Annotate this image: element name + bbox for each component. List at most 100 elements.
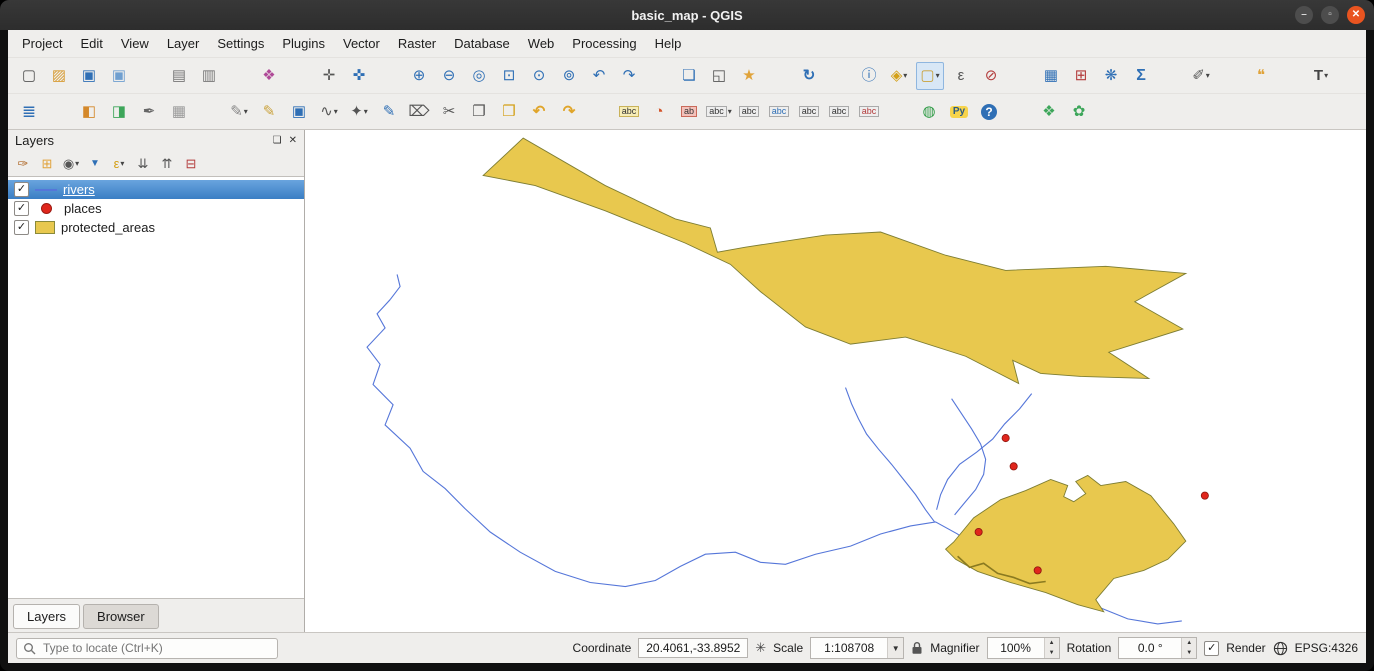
layer-visibility-checkbox[interactable]: ✓ <box>14 220 29 235</box>
filter-legend-icon[interactable]: ▼ <box>84 154 106 174</box>
menu-processing[interactable]: Processing <box>563 32 645 55</box>
collapse-all-icon[interactable]: ⇈ <box>156 154 178 174</box>
cut-features-icon[interactable]: ✂ <box>436 99 462 125</box>
layer-visibility-checkbox[interactable]: ✓ <box>14 182 29 197</box>
crs-globe-icon[interactable] <box>1273 641 1288 656</box>
layer-diagram-icon[interactable]: ◔ <box>646 99 672 125</box>
new-project-icon[interactable]: ▢ <box>16 63 42 89</box>
paste-features-icon[interactable]: ❒ <box>496 99 522 125</box>
zoom-next-icon[interactable]: ↷ <box>616 63 642 89</box>
python-console-icon[interactable]: Py <box>946 99 972 125</box>
style-manager-icon[interactable]: ❖ <box>256 63 282 89</box>
run-feature-action-icon[interactable]: ◈▾ <box>886 63 912 89</box>
menu-help[interactable]: Help <box>646 32 691 55</box>
zoom-to-layer-icon[interactable]: ⊚ <box>556 63 582 89</box>
deselect-features-icon[interactable]: ⊘ <box>978 63 1004 89</box>
rotate-label-icon[interactable]: abc <box>826 99 852 125</box>
add-group-icon[interactable]: ⊞ <box>36 154 58 174</box>
pan-map-icon[interactable]: ✛ <box>316 63 342 89</box>
delete-selected-icon[interactable]: ⌦ <box>406 99 432 125</box>
select-by-expression-icon[interactable]: ε <box>948 63 974 89</box>
render-checkbox[interactable]: ✓ <box>1204 641 1219 656</box>
map-tips-icon[interactable]: ❝ <box>1248 63 1274 89</box>
pan-to-selection-icon[interactable]: ✜ <box>346 63 372 89</box>
text-annotation-icon[interactable]: T▾ <box>1308 63 1334 89</box>
menu-vector[interactable]: Vector <box>334 32 389 55</box>
open-project-icon[interactable]: ▨ <box>46 63 72 89</box>
toggle-editing-icon[interactable]: ✎ <box>256 99 282 125</box>
menu-layer[interactable]: Layer <box>158 32 209 55</box>
panel-close-icon[interactable]: ✕ <box>289 135 297 146</box>
labeling-single-icon[interactable]: ab <box>676 99 702 125</box>
new-geopackage-layer-icon[interactable]: ◨ <box>106 99 132 125</box>
help-contents-icon[interactable]: ? <box>976 99 1002 125</box>
panel-float-icon[interactable]: ❏ <box>273 135 282 146</box>
locator-input[interactable] <box>41 640 271 656</box>
new-3d-map-view-icon[interactable]: ◱ <box>706 63 732 89</box>
new-temporary-scratch-layer-icon[interactable]: ▦ <box>166 99 192 125</box>
add-vector-layer-icon[interactable]: ◧ <box>76 99 102 125</box>
layer-item-rivers[interactable]: ✓ rivers <box>8 180 304 199</box>
layer-labeling-icon[interactable]: abc <box>616 99 642 125</box>
expand-all-icon[interactable]: ⇊ <box>132 154 154 174</box>
zoom-last-icon[interactable]: ↶ <box>586 63 612 89</box>
scale-combo[interactable]: ▼ <box>810 637 904 659</box>
menu-edit[interactable]: Edit <box>71 32 111 55</box>
show-bookmarks-icon[interactable]: ★ <box>736 63 762 89</box>
save-layer-edits-icon[interactable]: ▣ <box>286 99 312 125</box>
menu-database[interactable]: Database <box>445 32 519 55</box>
field-calculator-icon[interactable]: ⊞ <box>1068 63 1094 89</box>
close-button[interactable]: ✕ <box>1347 6 1365 24</box>
zoom-in-icon[interactable]: ⊕ <box>406 63 432 89</box>
processing-provider-icon[interactable]: ❖ <box>1036 99 1062 125</box>
show-hidden-labels-icon[interactable]: abc <box>766 99 792 125</box>
copy-features-icon[interactable]: ❐ <box>466 99 492 125</box>
magnifier-spinbox[interactable]: ▲▼ <box>987 637 1060 659</box>
remove-layer-icon[interactable]: ⊟ <box>180 154 202 174</box>
chevron-down-icon[interactable]: ▼ <box>887 638 903 658</box>
minimize-button[interactable]: – <box>1295 6 1313 24</box>
identify-features-icon[interactable]: ⓘ <box>856 63 882 89</box>
move-label-icon[interactable]: abc <box>796 99 822 125</box>
refresh-map-icon[interactable]: ↻ <box>796 63 822 89</box>
redo-icon[interactable]: ↷ <box>556 99 582 125</box>
tab-layers[interactable]: Layers <box>13 604 80 629</box>
menu-plugins[interactable]: Plugins <box>273 32 334 55</box>
change-label-icon[interactable]: abc <box>856 99 882 125</box>
modify-attributes-icon[interactable]: ✎ <box>376 99 402 125</box>
menu-settings[interactable]: Settings <box>208 32 273 55</box>
show-layout-manager-icon[interactable]: ▥ <box>196 63 222 89</box>
coordinate-input[interactable] <box>638 638 748 658</box>
maximize-button[interactable]: ▫ <box>1321 6 1339 24</box>
current-edits-icon[interactable]: ✎▾ <box>226 99 252 125</box>
layer-item-protected-areas[interactable]: ✓ protected_areas <box>8 218 304 237</box>
open-attribute-table-icon[interactable]: ▦ <box>1038 63 1064 89</box>
undo-icon[interactable]: ↶ <box>526 99 552 125</box>
menu-web[interactable]: Web <box>519 32 564 55</box>
new-map-view-icon[interactable]: ❏ <box>676 63 702 89</box>
measure-icon[interactable]: ✐▾ <box>1188 63 1214 89</box>
open-layer-styling-icon[interactable]: ✑ <box>12 154 34 174</box>
zoom-full-icon[interactable]: ⊡ <box>496 63 522 89</box>
add-feature-icon[interactable]: ∿▾ <box>316 99 342 125</box>
scale-input[interactable] <box>811 638 887 658</box>
vertex-tool-icon[interactable]: ✦▾ <box>346 99 372 125</box>
zoom-to-selection-icon[interactable]: ⊙ <box>526 63 552 89</box>
tab-browser[interactable]: Browser <box>83 604 159 629</box>
lock-scale-icon[interactable] <box>911 641 923 655</box>
grass-tools-icon[interactable]: ✿ <box>1066 99 1092 125</box>
save-project-icon[interactable]: ▣ <box>76 63 102 89</box>
map-canvas[interactable] <box>305 130 1366 632</box>
select-features-icon[interactable]: ▢▾ <box>916 62 944 90</box>
highlight-pinned-labels-icon[interactable]: abc <box>736 99 762 125</box>
toggle-extents-icon[interactable]: ✳ <box>755 640 766 656</box>
menu-view[interactable]: View <box>112 32 158 55</box>
filter-by-expression-icon[interactable]: ε▾ <box>108 154 130 174</box>
processing-toolbox-icon[interactable]: ❋ <box>1098 63 1124 89</box>
zoom-out-icon[interactable]: ⊖ <box>436 63 462 89</box>
locator-search[interactable] <box>16 638 278 659</box>
rotation-spinbox[interactable]: ▲▼ <box>1118 637 1197 659</box>
save-project-as-icon[interactable]: ▣ <box>106 63 132 89</box>
magnifier-input[interactable] <box>988 638 1044 658</box>
new-shapefile-layer-icon[interactable]: ✒ <box>136 99 162 125</box>
